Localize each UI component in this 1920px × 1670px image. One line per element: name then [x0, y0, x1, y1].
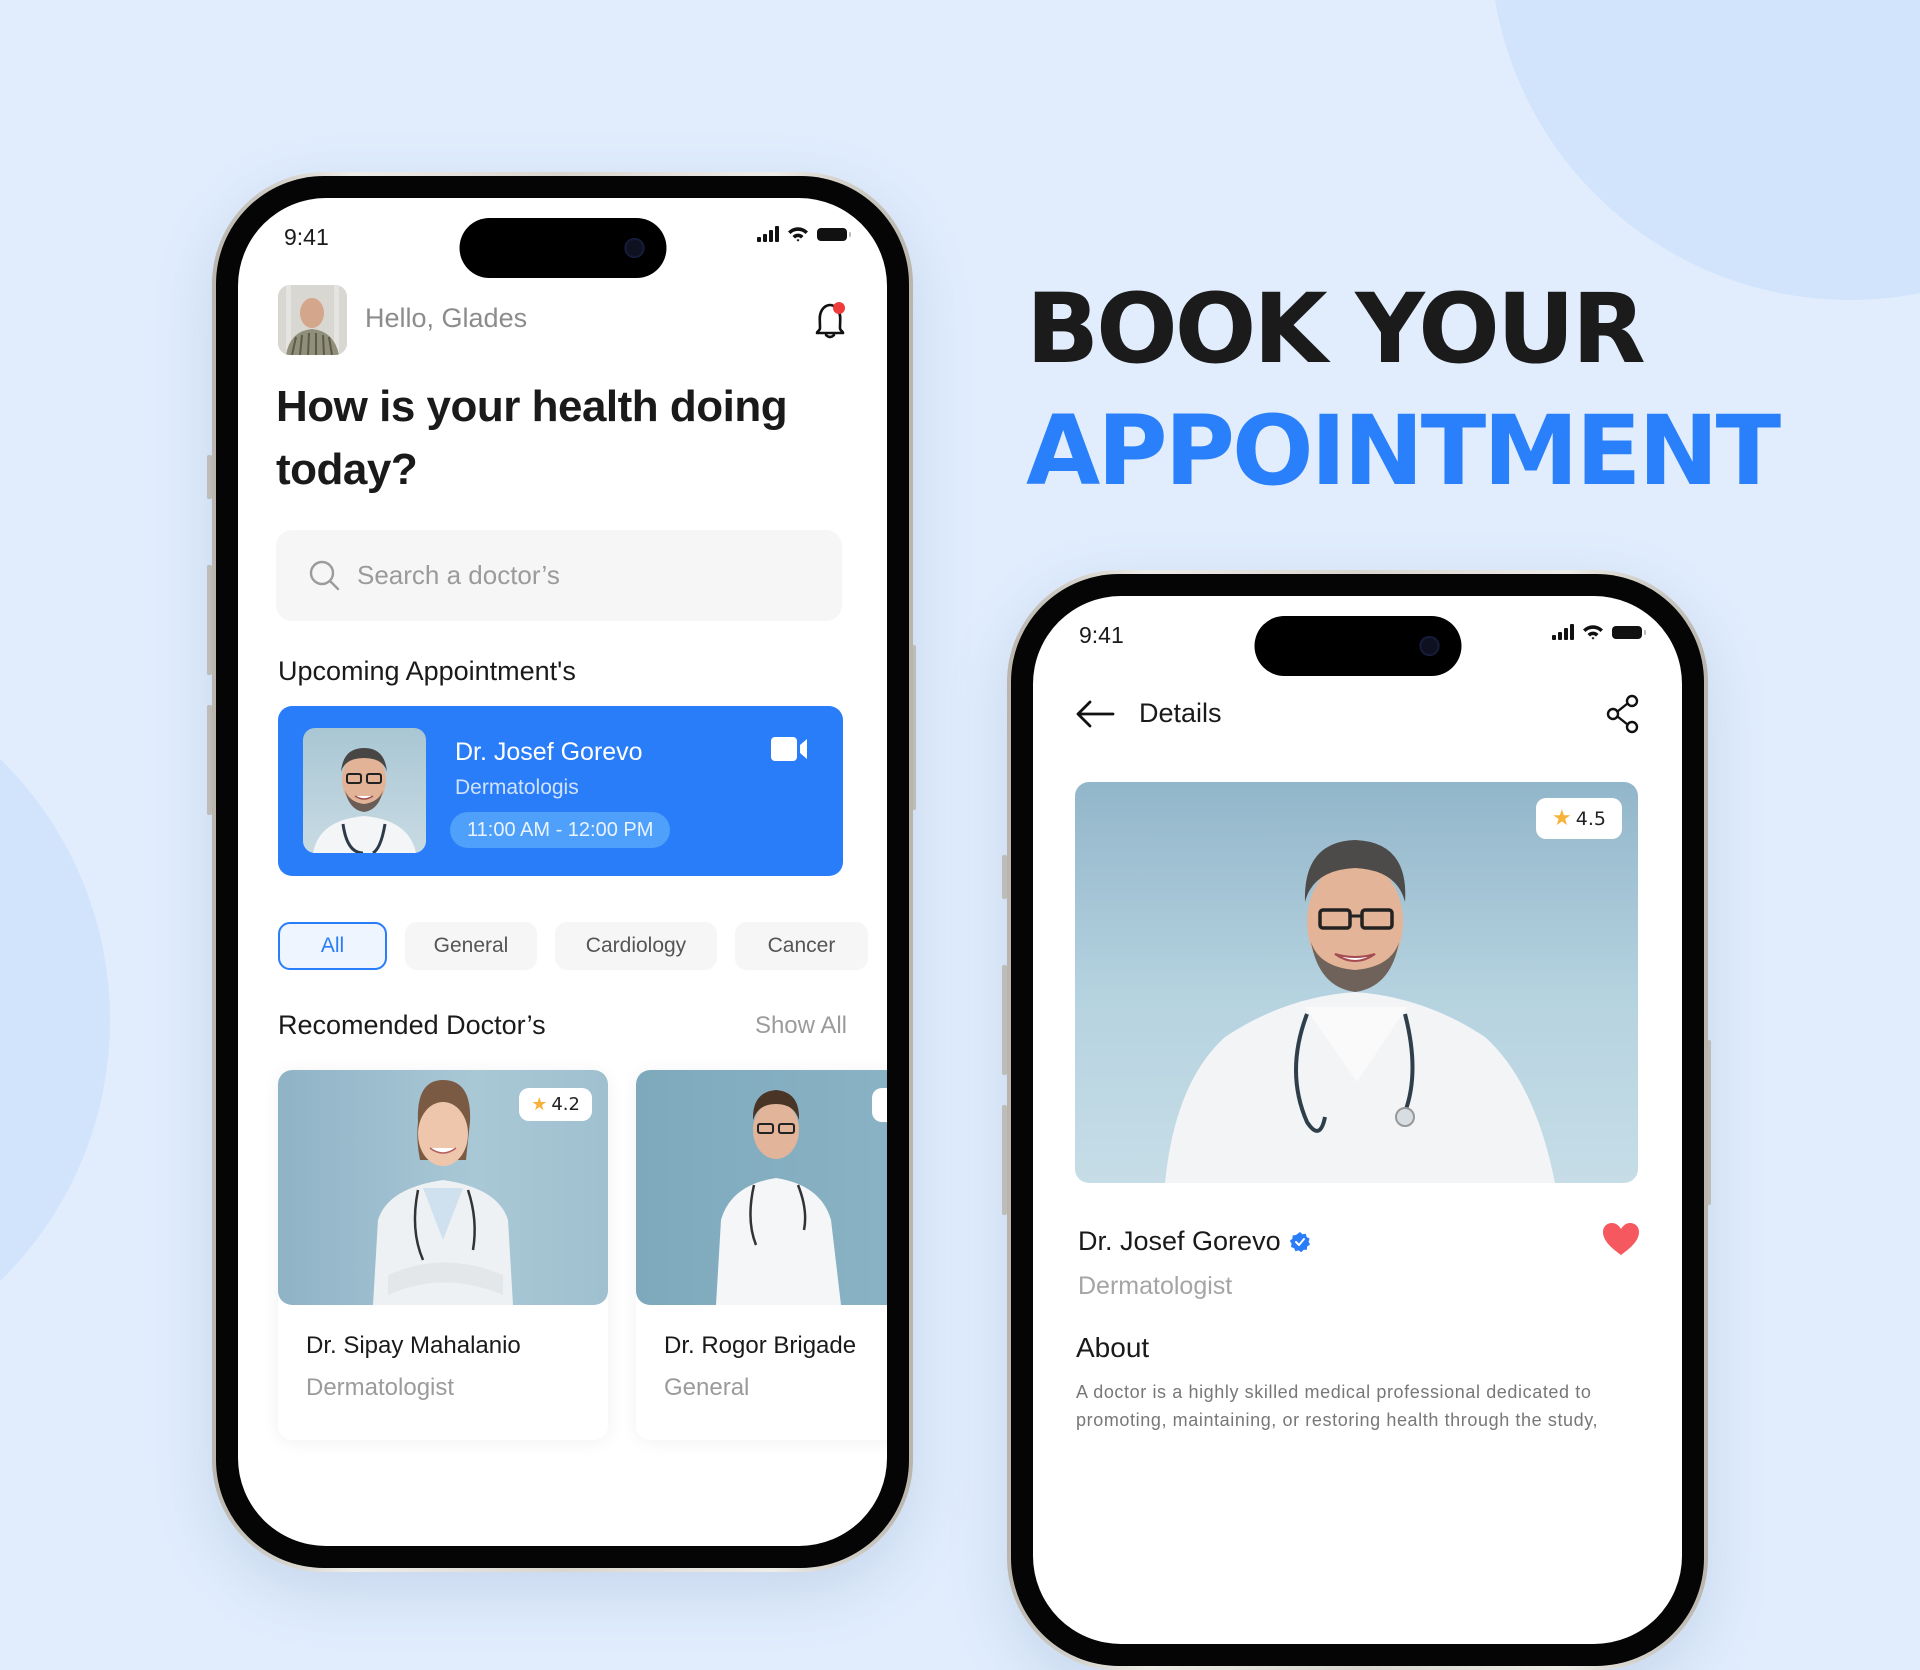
- video-camera-icon[interactable]: [771, 736, 809, 762]
- star-icon: ★: [1552, 806, 1572, 831]
- doctor-name-text: Dr. Josef Gorevo: [1078, 1226, 1281, 1256]
- doctor-card-name: Dr. Rogor Brigade: [664, 1332, 857, 1359]
- recommended-title: Recomended Doctor’s: [278, 1010, 546, 1040]
- doctor-card-image: [636, 1070, 887, 1305]
- dynamic-island: [1254, 616, 1461, 676]
- details-title: Details: [1139, 698, 1222, 728]
- notification-dot: [833, 302, 845, 314]
- wifi-icon: [1583, 625, 1603, 640]
- doctor-card-specialty: General: [664, 1374, 750, 1401]
- status-time: 9:41: [1079, 622, 1124, 648]
- page-heading: How is your health doing today?: [276, 382, 788, 494]
- home-screen: 9:41 Hello, Glades How is your health do…: [238, 198, 887, 1546]
- dynamic-island: [459, 218, 666, 278]
- avatar-image: [278, 285, 347, 355]
- category-chips: All General Cardiology Cancer: [278, 922, 868, 970]
- user-avatar[interactable]: [278, 285, 347, 355]
- camera-icon: [1419, 636, 1439, 656]
- doctor-card-name: Dr. Sipay Mahalanio: [306, 1332, 521, 1359]
- show-all-link[interactable]: Show All: [755, 1012, 847, 1040]
- about-title: About: [1076, 1332, 1150, 1363]
- doctor-photo: [303, 728, 426, 853]
- search-input[interactable]: Search a doctor’s: [276, 530, 842, 621]
- doctor-card-specialty: Dermatologist: [306, 1374, 455, 1401]
- background-circle-top-right: [1490, 0, 1920, 300]
- details-screen: 9:41 Details ★ 4.5 Dr. Josef Gorevo Derm…: [1033, 596, 1682, 1644]
- about-text: A doctor is a highly skilled medical pro…: [1076, 1382, 1599, 1430]
- appointment-specialty: Dermatologis: [455, 776, 579, 799]
- star-icon: ★: [531, 1094, 548, 1115]
- status-icons: [1552, 624, 1646, 640]
- appointment-doctor-name: Dr. Josef Gorevo: [455, 738, 643, 766]
- verified-badge-icon: [1289, 1231, 1310, 1252]
- chip-cardiology[interactable]: Cardiology: [555, 922, 717, 970]
- favorite-heart-icon[interactable]: [1602, 1222, 1640, 1256]
- upcoming-title: Upcoming Appointment's: [278, 656, 576, 686]
- rating-badge: ★ 4.5: [1536, 798, 1622, 839]
- back-arrow-icon[interactable]: [1075, 699, 1115, 729]
- doctor-card[interactable]: ★ 4.2 Dr. Sipay Mahalanio Dermatologist: [278, 1070, 608, 1440]
- camera-icon: [624, 238, 644, 258]
- chip-general[interactable]: General: [405, 922, 537, 970]
- status-icons: [757, 226, 851, 242]
- doctor-hero-image: ★ 4.5: [1075, 782, 1638, 1183]
- battery-icon: [817, 227, 851, 241]
- doctor-name: Dr. Josef Gorevo: [1078, 1226, 1311, 1257]
- status-time: 9:41: [284, 224, 329, 250]
- appointment-time: 11:00 AM - 12:00 PM: [450, 812, 671, 848]
- doctor-specialty: Dermatologist: [1078, 1272, 1233, 1300]
- greeting: Hello, Glades: [365, 303, 528, 333]
- phone-home: 9:41 Hello, Glades How is your health do…: [212, 172, 913, 1572]
- search-placeholder: Search a doctor’s: [357, 560, 560, 590]
- rating-badge: ★ 4.2: [519, 1088, 592, 1121]
- doctor-card[interactable]: Dr. Rogor Brigade General: [636, 1070, 887, 1440]
- phone-details: 9:41 Details ★ 4.5 Dr. Josef Gorevo Derm…: [1007, 570, 1708, 1670]
- upcoming-appointment-card[interactable]: Dr. Josef Gorevo Dermatologis 11:00 AM -…: [278, 706, 843, 876]
- wifi-icon: [788, 227, 808, 242]
- search-icon: [309, 560, 340, 590]
- rating-badge: [872, 1088, 887, 1122]
- signal-icon: [1552, 624, 1574, 640]
- background-circle-left: [0, 655, 110, 1385]
- share-icon[interactable]: [1606, 694, 1640, 734]
- battery-icon: [1612, 625, 1646, 639]
- headline: BOOK YOUR APPOINTMENT: [1026, 268, 1781, 512]
- headline-line-2: APPOINTMENT: [1026, 395, 1781, 507]
- rating-value: 4.5: [1575, 807, 1606, 830]
- signal-icon: [757, 226, 779, 242]
- doctor-card-image: ★ 4.2: [278, 1070, 608, 1305]
- headline-line-1: BOOK YOUR: [1026, 273, 1646, 385]
- chip-cancer[interactable]: Cancer: [735, 922, 868, 970]
- chip-all[interactable]: All: [278, 922, 387, 970]
- rating-value: 4.2: [551, 1094, 580, 1115]
- notification-bell-icon[interactable]: [810, 298, 850, 342]
